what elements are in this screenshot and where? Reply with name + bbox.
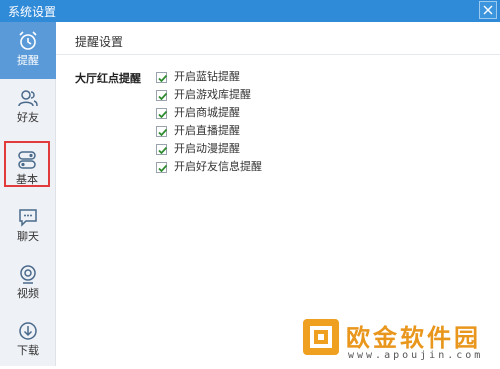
- option-label: 开启动漫提醒: [174, 142, 240, 155]
- watermark: 欧金软件园 www.apoujin.com: [302, 316, 500, 366]
- check-icon: [158, 146, 168, 155]
- sidebar-item-label: 基本: [16, 173, 38, 186]
- option-label: 开启直播提醒: [174, 124, 240, 137]
- check-icon: [158, 128, 168, 137]
- close-icon: [483, 5, 493, 15]
- camera-icon: [20, 265, 36, 284]
- sidebar-item-download[interactable]: 下载: [0, 312, 56, 369]
- sidebar-item-label: 提醒: [17, 54, 39, 67]
- check-icon: [158, 74, 168, 83]
- option-label: 开启蓝钻提醒: [174, 70, 240, 83]
- toggle-icon: [18, 151, 36, 169]
- watermark-logo-icon: [303, 319, 339, 355]
- settings-sidebar: 提醒 好友 基本 聊天 视频 下载: [0, 22, 56, 366]
- check-icon: [158, 92, 168, 101]
- section-header: 提醒设置: [56, 22, 500, 55]
- group-label: 大厅红点提醒: [75, 72, 141, 85]
- checkbox[interactable]: [156, 90, 168, 101]
- option-label: 开启好友信息提醒: [174, 160, 262, 173]
- checkbox[interactable]: [156, 108, 168, 119]
- checkbox[interactable]: [156, 72, 168, 83]
- sidebar-item-friends[interactable]: 好友: [0, 79, 56, 136]
- check-icon: [158, 164, 168, 173]
- watermark-url: www.apoujin.com: [348, 350, 484, 361]
- download-icon: [19, 322, 37, 340]
- page-title: 提醒设置: [75, 35, 124, 49]
- sidebar-item-label: 下载: [17, 344, 39, 357]
- sidebar-item-video[interactable]: 视频: [0, 255, 56, 312]
- sidebar-item-chat[interactable]: 聊天: [0, 198, 56, 255]
- checkbox[interactable]: [156, 126, 168, 137]
- checkbox[interactable]: [156, 162, 168, 173]
- checkbox[interactable]: [156, 144, 168, 155]
- alarm-clock-icon: [19, 31, 37, 50]
- watermark-brand: 欧金软件园: [346, 324, 481, 352]
- option-label: 开启游戏库提醒: [174, 88, 251, 101]
- sidebar-item-basic[interactable]: 基本: [4, 141, 50, 187]
- sidebar-item-label: 视频: [17, 287, 39, 300]
- sidebar-item-label: 聊天: [17, 230, 39, 243]
- title-bar: 系统设置: [0, 0, 500, 22]
- close-button[interactable]: [479, 1, 497, 19]
- option-label: 开启商城提醒: [174, 106, 240, 119]
- sidebar-item-label: 好友: [17, 111, 39, 124]
- chat-icon: [19, 209, 37, 227]
- check-icon: [158, 110, 168, 119]
- window-title: 系统设置: [8, 5, 57, 19]
- friends-icon: [18, 90, 38, 107]
- sidebar-item-reminder[interactable]: 提醒: [0, 22, 56, 79]
